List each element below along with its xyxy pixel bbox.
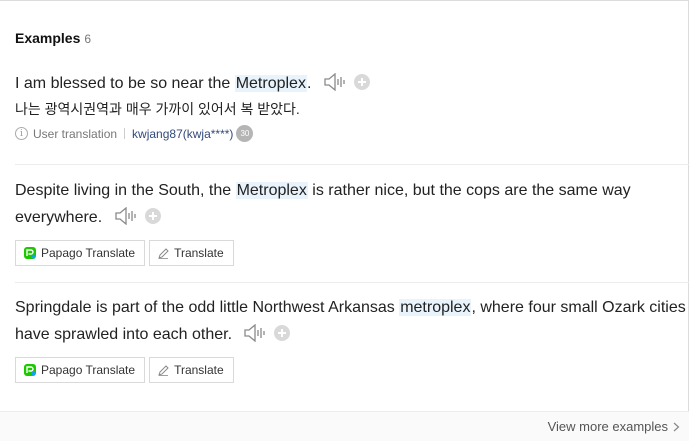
example-divider [15, 164, 689, 165]
sentence-text: Despite living in the South, the [15, 182, 236, 199]
example-sentence: Springdale is part of the odd little Nor… [15, 294, 687, 348]
sentence-text: . [306, 75, 312, 92]
translate-label: Translate [174, 363, 224, 377]
speaker-icon[interactable] [114, 206, 139, 226]
papago-translate-label: Papago Translate [41, 363, 136, 377]
examples-footer: View more examples [0, 411, 689, 441]
translator-badge: 30 [236, 125, 254, 142]
example-item-2: Despite living in the South, the Metropl… [15, 177, 687, 266]
view-more-examples-link[interactable]: View more examples [548, 419, 680, 434]
highlighted-term: Metroplex [235, 182, 308, 199]
speaker-icon[interactable] [324, 72, 348, 92]
highlighted-term: metroplex [399, 299, 472, 316]
top-border [0, 0, 689, 1]
info-icon: i [15, 127, 28, 140]
plus-icon[interactable] [274, 324, 291, 341]
translate-label: Translate [174, 246, 224, 260]
pencil-icon [158, 364, 169, 376]
translation-source: User translation [33, 126, 118, 141]
example-divider [15, 282, 689, 283]
plus-icon[interactable] [353, 73, 370, 90]
translate-button[interactable]: Translate [149, 357, 234, 383]
example-sentence: Despite living in the South, the Metropl… [15, 177, 687, 231]
section-title: Examples [15, 30, 81, 46]
papago-icon [24, 247, 36, 259]
speaker-icon[interactable] [244, 323, 268, 343]
papago-translate-button[interactable]: Papago Translate [15, 357, 146, 383]
meta-divider [124, 128, 126, 139]
example-item-1: I am blessed to be so near the Metroplex… [15, 70, 687, 142]
papago-translate-label: Papago Translate [41, 246, 136, 260]
plus-icon[interactable] [144, 207, 161, 224]
example-item-3: Springdale is part of the odd little Nor… [15, 294, 687, 383]
examples-header: Examples 6 [15, 30, 91, 46]
highlighted-term: Metroplex [234, 75, 307, 92]
view-more-label: View more examples [547, 419, 668, 434]
pencil-icon [158, 247, 169, 259]
translation-meta: i User translation kwjang87(kwja****) 30 [15, 125, 687, 142]
example-translation: 나는 광역시권역과 매우 가까이 있어서 복 받았다. [15, 101, 300, 117]
translator-link[interactable]: kwjang87(kwja****) [132, 127, 233, 141]
papago-icon [24, 364, 36, 376]
sentence-text: Springdale is part of the odd little Nor… [15, 299, 400, 316]
chevron-right-icon [673, 422, 680, 431]
section-count: 6 [84, 32, 92, 46]
papago-translate-button[interactable]: Papago Translate [15, 240, 146, 266]
translate-buttons: Papago Translate Translate [15, 240, 687, 266]
translate-buttons: Papago Translate Translate [15, 357, 687, 383]
example-sentence: I am blessed to be so near the Metroplex… [15, 70, 687, 97]
translate-button[interactable]: Translate [149, 240, 234, 266]
sentence-text: I am blessed to be so near the [15, 75, 235, 92]
